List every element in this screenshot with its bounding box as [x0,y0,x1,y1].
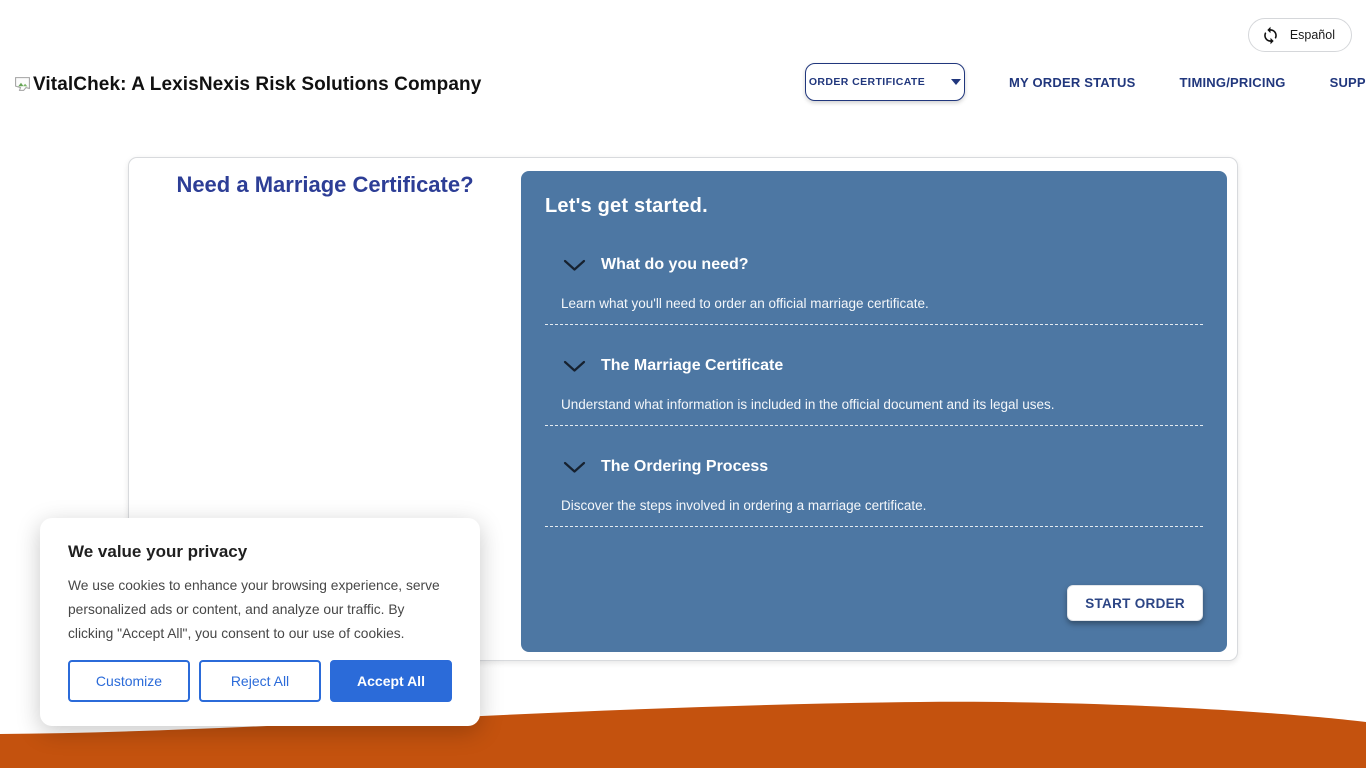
reject-all-button[interactable]: Reject All [199,660,321,702]
dashed-divider [545,324,1203,325]
chevron-down-icon [563,360,586,373]
accordion-header-what-do-you-need[interactable]: What do you need? [545,256,1203,274]
accordion-what-do-you-need: What do you need? Learn what you'll need… [545,256,1203,325]
accordion-the-ordering-process: The Ordering Process Discover the steps … [545,458,1203,527]
accordion-title: What do you need? [601,256,749,274]
language-label: Español [1290,28,1335,42]
panel-heading: Let's get started. [545,195,1203,218]
nav-link-my-order-status[interactable]: MY ORDER STATUS [1009,75,1136,90]
accordion-title: The Marriage Certificate [601,357,783,375]
nav-link-support[interactable]: SUPPORT [1330,75,1366,90]
order-certificate-dropdown[interactable]: ORDER CERTIFICATE [805,63,965,101]
accordion-description: Discover the steps involved in ordering … [545,498,1203,513]
logo[interactable]: VitalChek: A LexisNexis Risk Solutions C… [14,74,481,96]
cookie-dialog-message: We use cookies to enhance your browsing … [68,574,444,646]
accordion-the-marriage-certificate: The Marriage Certificate Understand what… [545,357,1203,426]
broken-image-icon [14,76,31,93]
accordion-description: Learn what you'll need to order an offic… [545,296,1203,311]
page-title: Need a Marriage Certificate? [129,172,521,198]
cookie-dialog-title: We value your privacy [68,542,452,562]
chevron-down-icon [951,79,961,85]
dashed-divider [545,425,1203,426]
accordion-title: The Ordering Process [601,458,768,476]
sync-icon [1261,26,1280,45]
cookie-consent-dialog: We value your privacy We use cookies to … [40,518,480,726]
accordion-header-the-marriage-certificate[interactable]: The Marriage Certificate [545,357,1203,375]
customize-button[interactable]: Customize [68,660,190,702]
main-nav: ORDER CERTIFICATE MY ORDER STATUS TIMING… [805,63,1366,101]
language-toggle-button[interactable]: Español [1248,18,1352,52]
logo-alt-text: VitalChek: A LexisNexis Risk Solutions C… [33,74,481,96]
dashed-divider [545,526,1203,527]
accordion-header-the-ordering-process[interactable]: The Ordering Process [545,458,1203,476]
chevron-down-icon [563,259,586,272]
page: Español VitalChek: A LexisNexis Risk Sol… [0,0,1366,768]
start-order-button[interactable]: START ORDER [1067,585,1203,621]
nav-link-timing-pricing[interactable]: TIMING/PRICING [1180,75,1286,90]
cookie-dialog-actions: Customize Reject All Accept All [68,660,452,702]
chevron-down-icon [563,461,586,474]
get-started-panel: Let's get started. What do you need? Lea… [521,171,1227,652]
accept-all-button[interactable]: Accept All [330,660,452,702]
order-certificate-label: ORDER CERTIFICATE [809,76,925,88]
accordion-description: Understand what information is included … [545,397,1203,412]
